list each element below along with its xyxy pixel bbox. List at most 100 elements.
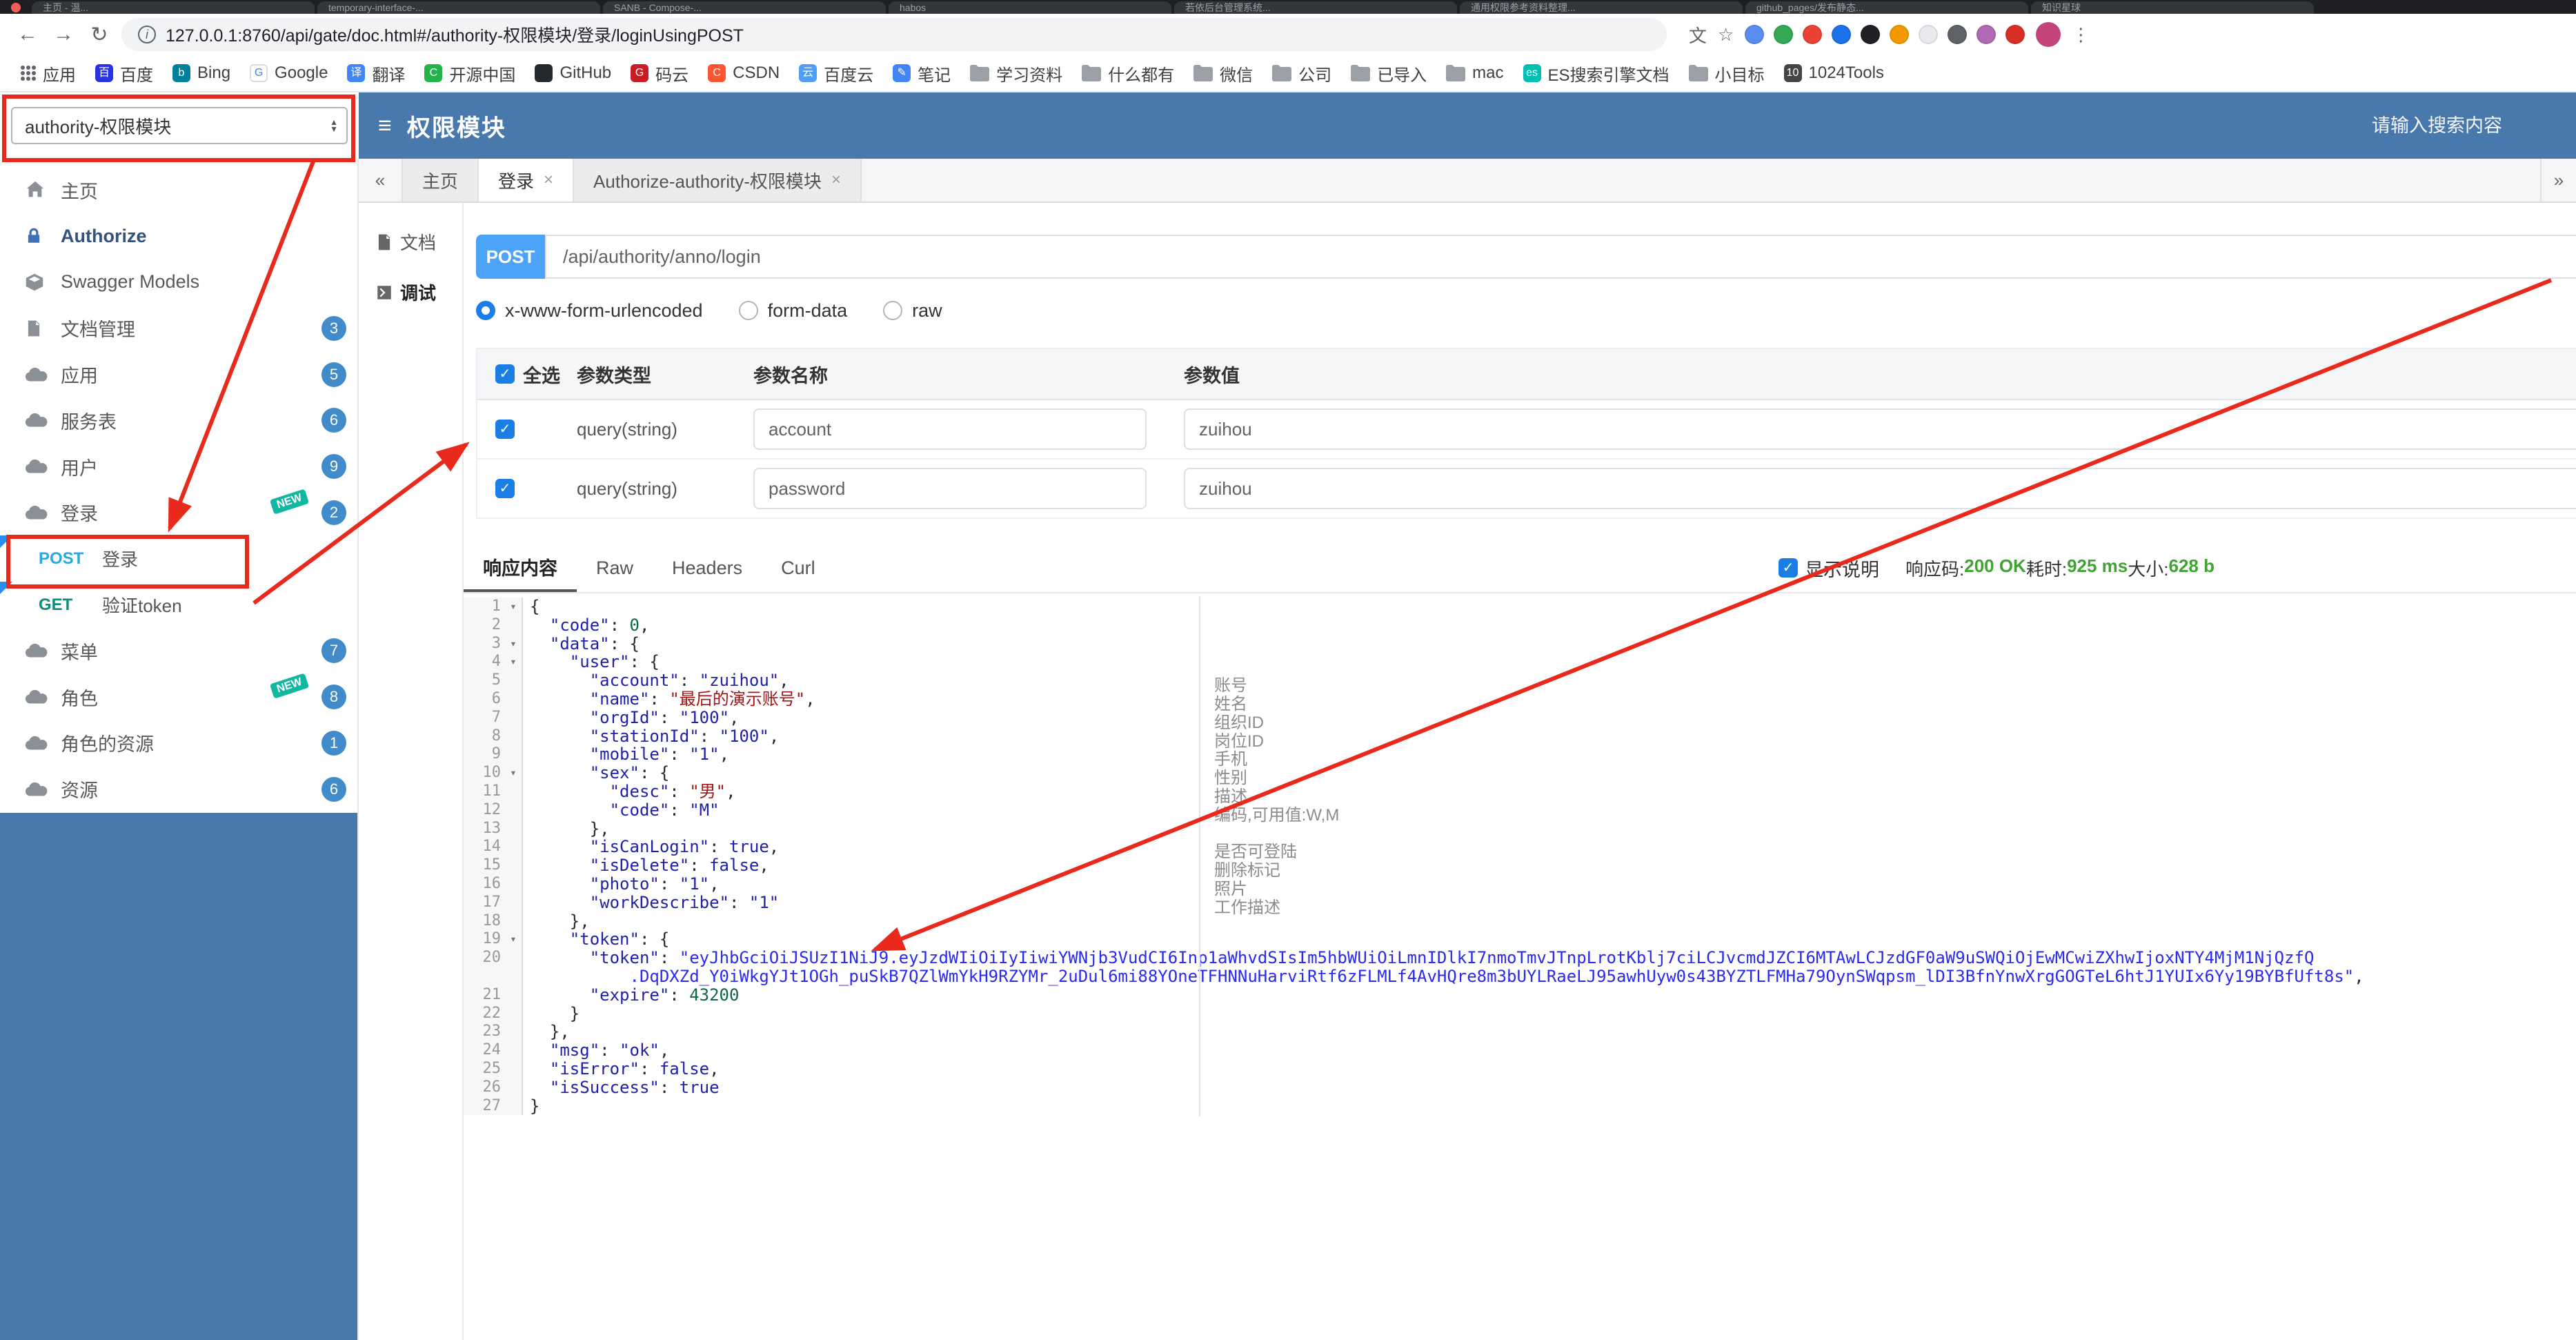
fold-icon[interactable] (505, 615, 523, 635)
bookmark-item[interactable]: es ES搜索引擎文档 (1514, 59, 1679, 87)
bookmark-item[interactable]: C 开源中国 (415, 59, 525, 87)
extension-icon[interactable] (1919, 25, 1939, 44)
sidebar-item[interactable]: 资源 6 (0, 766, 357, 812)
browser-tab[interactable]: temporary-interface-... (317, 1, 600, 14)
browser-tab[interactable]: 主页 - 温... (32, 1, 315, 14)
fold-icon[interactable] (505, 708, 523, 727)
fold-icon[interactable]: ▾ (505, 653, 523, 672)
fold-icon[interactable]: ▾ (505, 634, 523, 653)
bookmark-item[interactable]: 10 1024Tools (1774, 59, 1894, 87)
param-name-input[interactable]: account (753, 408, 1147, 450)
fold-icon[interactable] (505, 1004, 523, 1023)
close-tab-icon[interactable]: × (544, 170, 553, 190)
fold-icon[interactable] (505, 1023, 523, 1042)
header-search-input[interactable] (2372, 115, 2537, 137)
fold-icon[interactable] (505, 819, 523, 838)
fold-icon[interactable] (505, 1041, 523, 1060)
browser-tab[interactable]: 知识星球 (2031, 1, 2314, 14)
content-tab[interactable]: Authorize-authority-权限模块 × (574, 159, 862, 201)
sidebar-item[interactable]: 主页 (0, 167, 357, 213)
sidebar-item[interactable]: 角色的资源 1 (0, 720, 357, 767)
extension-icon[interactable] (1832, 25, 1852, 44)
tabs-scroll-left-icon[interactable]: « (359, 159, 403, 201)
fold-icon[interactable] (505, 671, 523, 690)
browser-tab[interactable]: 若依后台管理系统... (1174, 1, 1457, 14)
browser-tab[interactable]: SANB - Compose-... (603, 1, 886, 14)
extension-icon[interactable] (2005, 25, 2025, 44)
response-tab[interactable]: 响应内容 (464, 544, 577, 592)
fold-icon[interactable] (505, 689, 523, 709)
content-type-radio[interactable]: x-www-form-urlencoded (476, 300, 703, 322)
bookmark-item[interactable]: 微信 (1184, 59, 1262, 87)
extension-icon[interactable] (1774, 25, 1794, 44)
bookmark-item[interactable]: 百百度 (86, 59, 163, 87)
extension-icon[interactable] (1890, 25, 1910, 44)
bookmark-item[interactable]: 译翻译 (337, 59, 415, 87)
fold-icon[interactable] (505, 893, 523, 912)
close-tab-icon[interactable]: × (831, 170, 841, 190)
response-tab[interactable]: Headers (653, 544, 762, 592)
browser-menu-icon[interactable]: ⋮ (2072, 24, 2090, 46)
content-type-radio[interactable]: raw (883, 300, 942, 322)
row-checkbox[interactable]: ✓ (495, 479, 515, 498)
bookmark-item[interactable]: mac (1436, 59, 1513, 87)
response-tab[interactable]: Curl (762, 544, 835, 592)
extension-icon[interactable] (1861, 25, 1881, 44)
fold-icon[interactable] (505, 745, 523, 765)
sidebar-item[interactable]: Swagger Models (0, 259, 357, 306)
fold-icon[interactable] (505, 1078, 523, 1097)
bookmark-item[interactable]: b Bing (163, 59, 240, 87)
sidebar-item[interactable]: 菜单 7 (0, 628, 357, 674)
bookmark-item[interactable]: G 码云 (621, 59, 698, 87)
response-tab[interactable]: Raw (577, 544, 653, 592)
fold-icon[interactable] (505, 874, 523, 894)
bookmark-item[interactable]: 什么都有 (1072, 59, 1184, 87)
fold-icon[interactable] (505, 912, 523, 931)
param-value-input[interactable]: zuihou (1184, 468, 2576, 509)
fold-icon[interactable] (505, 949, 523, 967)
fold-icon[interactable] (505, 1096, 523, 1116)
bookmark-item[interactable]: 应用 (11, 59, 86, 87)
param-value-input[interactable]: zuihou (1184, 408, 2576, 450)
content-type-radio[interactable]: form-data (738, 300, 847, 322)
tab-document[interactable]: 文档 (359, 217, 462, 267)
address-bar[interactable]: i 127.0.0.1:8760/api/gate/doc.html#/auth… (121, 18, 1667, 51)
reload-icon[interactable]: ↻ (86, 23, 113, 47)
browser-tab[interactable]: 通用权限参考资料整理... (1460, 1, 1743, 14)
sidebar-item[interactable]: 应用 5 (0, 351, 357, 397)
sidebar-api-item[interactable]: GET 验证token (0, 582, 357, 628)
page-info-icon[interactable]: i (138, 26, 156, 43)
profile-avatar[interactable] (2036, 22, 2061, 47)
bookmark-item[interactable]: 小目标 (1679, 59, 1774, 87)
bookmark-item[interactable]: 云百度云 (789, 59, 883, 87)
bookmark-item[interactable]: GitHub (525, 59, 621, 87)
translate-icon[interactable]: 文 (1689, 22, 1707, 48)
show-desc-checkbox[interactable]: ✓ (1779, 558, 1798, 578)
extension-icon[interactable] (1803, 25, 1823, 44)
fold-icon[interactable] (505, 1059, 523, 1078)
fold-icon[interactable] (505, 727, 523, 746)
back-icon[interactable]: ← (14, 23, 41, 46)
fold-icon[interactable] (505, 967, 523, 986)
service-select[interactable]: authority-权限模块 ▲ ▼ (11, 107, 348, 144)
extension-icon[interactable] (1976, 25, 1997, 44)
sidebar-item[interactable]: 用户 9 (0, 444, 357, 490)
forward-icon[interactable]: → (50, 23, 77, 46)
browser-tab[interactable]: github_pages/发布静态... (1745, 1, 2028, 14)
bookmark-item[interactable]: C CSDN (698, 59, 789, 87)
sidebar-item[interactable]: Authorize (0, 213, 357, 259)
menu-toggle-icon[interactable]: ≡ (378, 112, 392, 139)
tab-debug[interactable]: 调试 (359, 267, 462, 317)
fold-icon[interactable] (505, 856, 523, 875)
select-all-checkbox[interactable]: ✓ (495, 364, 515, 384)
request-url-input[interactable]: /api/authority/anno/login (545, 235, 2576, 279)
bookmark-item[interactable]: ✎ 笔记 (883, 59, 960, 87)
browser-tab[interactable]: habos (889, 1, 1171, 14)
window-close-button[interactable] (11, 3, 21, 12)
sidebar-item[interactable]: 文档管理 3 (0, 305, 357, 351)
param-name-input[interactable]: password (753, 468, 1147, 509)
fold-icon[interactable] (505, 838, 523, 857)
bookmark-star-icon[interactable]: ☆ (1718, 24, 1734, 46)
bookmark-item[interactable]: G Google (240, 59, 337, 87)
fold-icon[interactable]: ▾ (505, 598, 523, 616)
